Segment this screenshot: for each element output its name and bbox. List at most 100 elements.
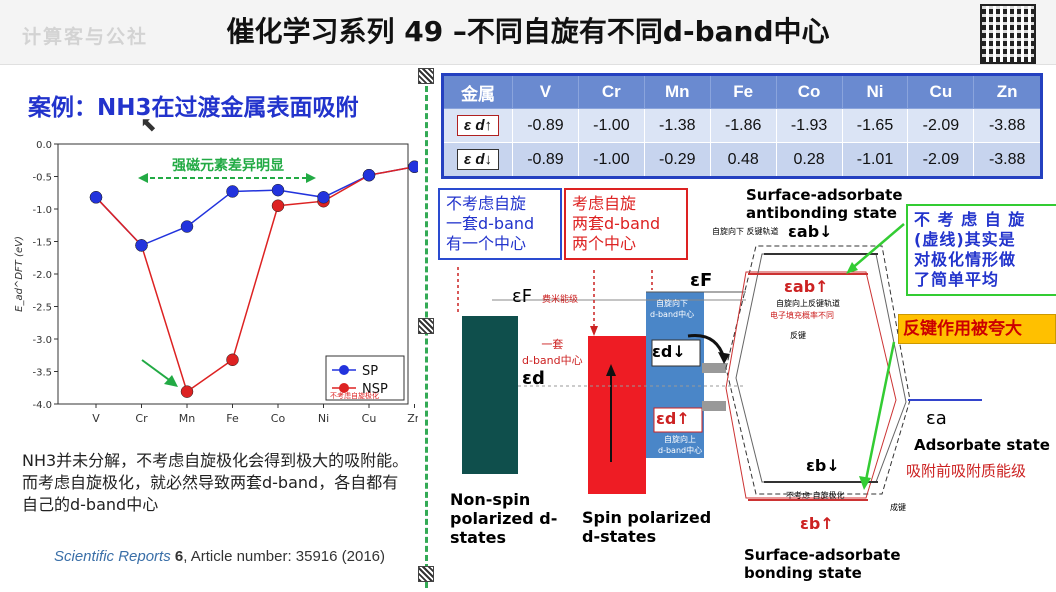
nonspin-caption: Non-spin polarized d- states [450, 490, 558, 547]
table-row-label: ε d↑ [442, 108, 513, 143]
table-cell: -3.88 [973, 108, 1042, 143]
title-bar: 计算客与公社 催化学习系列 49 –不同自旋有不同d-band中心 [0, 0, 1056, 65]
table-cell: -0.89 [512, 142, 579, 178]
nonspin-dband-block [462, 316, 518, 474]
table-cell: 0.28 [775, 142, 843, 178]
ea-label: εa [926, 408, 947, 429]
legend-marker [339, 365, 349, 375]
table-header-ni: Ni [841, 74, 909, 109]
y-tick-label: -0.5 [32, 173, 52, 184]
data-point-sp [135, 239, 148, 252]
antibonding-title: Surface-adsorbate antibonding state [746, 186, 903, 222]
reference-journal: Scientific Reports [54, 548, 171, 565]
ed-label: εd [522, 368, 545, 389]
eab-down-label: εab↓ [788, 222, 833, 241]
legend-label: SP [362, 364, 378, 379]
table-cell: -1.00 [577, 142, 645, 178]
data-point-nsp [226, 353, 239, 367]
x-tick-label: Zn [407, 412, 418, 424]
data-point-nsp [271, 199, 285, 212]
table-cell: -2.09 [907, 142, 975, 178]
table-header-cr: Cr [577, 74, 645, 109]
adsorption-energy-chart: 0.0 -0.5 -1.0 -1.5 -2.0 -2.5 -3.0 -3.5 -4.0 V Cr Mn… [14, 140, 418, 424]
spin-up-center-note: 自旋向上 d-band中心 [658, 435, 703, 455]
y-tick-label: -3.5 [32, 368, 52, 379]
ef-label: εF [512, 286, 533, 307]
eb-up-label: εb↑ [800, 514, 834, 533]
table-row: ε d↓ -0.89 -1.00 -0.29 0.48 0.28 -1.01 -2.09 -3.… [442, 142, 1042, 178]
data-point-sp [89, 191, 103, 204]
table-header-mn: Mn [643, 74, 711, 109]
data-point-sp [180, 220, 194, 233]
y-tick-label: 0.0 [36, 140, 52, 151]
data-point-sp [271, 183, 285, 197]
box-nonspin-note: 不考虑自旋 一套d-band 有一个中心 [438, 188, 562, 260]
green-arrow-bottom [864, 341, 896, 481]
x-tick-label: V [92, 412, 100, 424]
note-down-antibond: 自旋向下 反键轨道 [712, 227, 779, 236]
table-header-fe: Fe [709, 74, 777, 109]
table-cell: -1.00 [577, 108, 645, 143]
y-tick-label: -1.5 [32, 238, 52, 249]
y-tick-label: -1.0 [32, 205, 52, 216]
adsorbate-state-label: Adsorbate state [914, 436, 1050, 454]
table-cell: -1.65 [841, 108, 909, 143]
table-cell: -3.88 [973, 142, 1042, 178]
table-cell: 0.48 [709, 142, 777, 178]
x-tick-label: Co [271, 412, 286, 424]
note-fill-probability: 电子填充概率不同 [770, 311, 834, 320]
y-tick-label: -4.0 [32, 400, 52, 411]
adsorbate-cn-label: 吸附前吸附质能级 [906, 462, 1027, 480]
table-row-label: ε d↓ [442, 142, 513, 178]
reference-citation: Scientific Reports 6, Article number: 35… [54, 548, 385, 565]
table-cell: -1.38 [643, 108, 711, 143]
data-point-sp [317, 191, 330, 204]
chart-annotation: 强磁元素差异明显 [172, 157, 284, 174]
table-body: ε d↑ -0.89 -1.00 -1.38 -1.86 -1.93 -1.65 -2.09-… [442, 108, 1042, 178]
one-set-note: 一套 d-band中心 [522, 338, 583, 367]
note-bond: 成键 [890, 503, 906, 512]
table-header-cu: Cu [907, 74, 975, 109]
legend-note: 不考虑自旋极化 [330, 391, 379, 400]
ed-down-label: εd↓ [652, 342, 686, 361]
table-header-zn: Zn [973, 74, 1042, 109]
y-tick-label: -3.0 [32, 335, 52, 346]
epsilon-label: ε d↓ [456, 149, 499, 170]
d-band-center-table: 金属 V Cr Mn Fe Co Ni Cu Zn ε d↑ -0.89 -1.00 -1.38 -1.… [441, 73, 1043, 179]
table-cell: -0.89 [512, 108, 579, 143]
table-cell: -2.09 [907, 108, 975, 143]
table-cell: -1.93 [775, 108, 843, 143]
case-title: 案例：NH3在过渡金属表面吸附 [28, 95, 359, 121]
ed-up-label: εd↑ [656, 409, 690, 428]
spin-up-dband-block [588, 336, 646, 494]
y-tick-label: -2.5 [32, 303, 52, 314]
y-axis-label: E_ad^DFT (eV) [14, 236, 25, 312]
note-up-antibond: 自旋向上反键轨道 [776, 299, 840, 308]
x-tick-label: Ni [318, 412, 329, 424]
table-cell: -1.86 [709, 108, 777, 143]
note-antibond: 反键 [790, 331, 806, 340]
reference-rest: , Article number: 35916 (2016) [183, 548, 386, 565]
box-spin-note: 考虑自旋 两套d-band 两个中心 [564, 188, 688, 260]
x-tick-label: Cr [135, 412, 148, 424]
reference-volume: 6 [174, 548, 184, 565]
bonding-title: Surface-adsorbate bonding state [744, 546, 901, 582]
red-dashed-arrow-1-head [590, 326, 598, 336]
table-header-co: Co [775, 74, 843, 109]
table-cell: -0.29 [643, 142, 711, 178]
slide-title: 催化学习系列 49 –不同自旋有不同d-band中心 [226, 15, 830, 48]
data-point-nsp [180, 385, 194, 398]
table-row: ε d↑ -0.89 -1.00 -1.38 -1.86 -1.93 -1.65 -2.09-… [442, 108, 1042, 143]
note-nonpolarized: 不考虑 自旋极化 [786, 491, 845, 500]
eab-up-label: εab↑ [784, 277, 829, 296]
spin-down-center-note: 自旋向下 d-band中心 [650, 299, 695, 319]
eb-down-label: εb↓ [806, 456, 840, 475]
table-header-v: V [512, 74, 579, 109]
data-point-sp [226, 185, 239, 198]
epsilon-label: ε d↑ [456, 115, 499, 136]
x-tick-label: Fe [226, 412, 239, 424]
fermi-note: 费米能级 [542, 295, 579, 305]
box-average-note: 不 考 虑 自 旋 (虚线)其实是 对极化情形做 了简单平均 [906, 204, 1056, 296]
table-header-metal: 金属 [442, 74, 513, 109]
x-tick-label: Mn [179, 412, 195, 424]
